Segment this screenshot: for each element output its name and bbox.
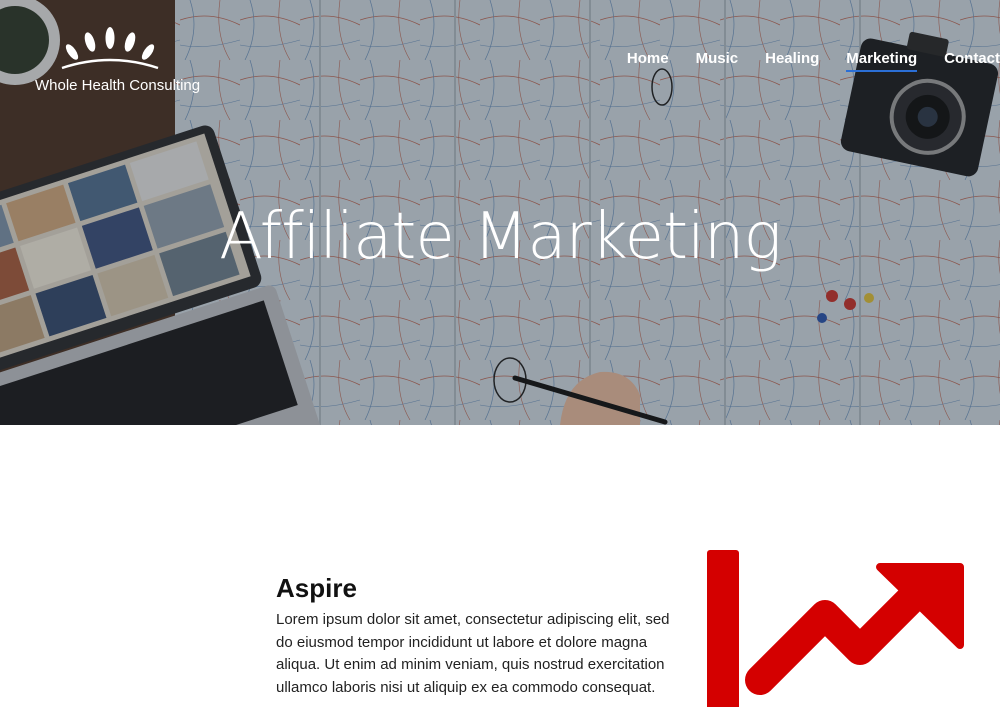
main-content: Aspire Lorem ipsum dolor sit amet, conse… [0,425,1000,707]
nav-item-marketing[interactable]: Marketing [846,50,917,72]
upward-trend-arrow-icon [707,550,964,707]
brand-name: Whole Health Consulting [35,77,201,94]
section-heading: Aspire [276,573,357,603]
section-body-text: Lorem ipsum dolor sit amet, consectetur … [276,611,670,696]
page-title: Affiliate Marketing [219,200,782,274]
nav-item-healing[interactable]: Healing [765,50,819,71]
main-navigation: Home Music Healing Marketing Contact [600,50,1000,72]
crown-petals-icon [61,27,159,70]
nav-item-music[interactable]: Music [696,50,739,71]
site-logo[interactable]: Whole Health Consulting [30,22,210,98]
nav-item-contact[interactable]: Contact [944,50,1000,71]
nav-item-home[interactable]: Home [627,50,669,71]
hero-banner: Whole Health Consulting Home Music Heali… [0,0,1000,425]
